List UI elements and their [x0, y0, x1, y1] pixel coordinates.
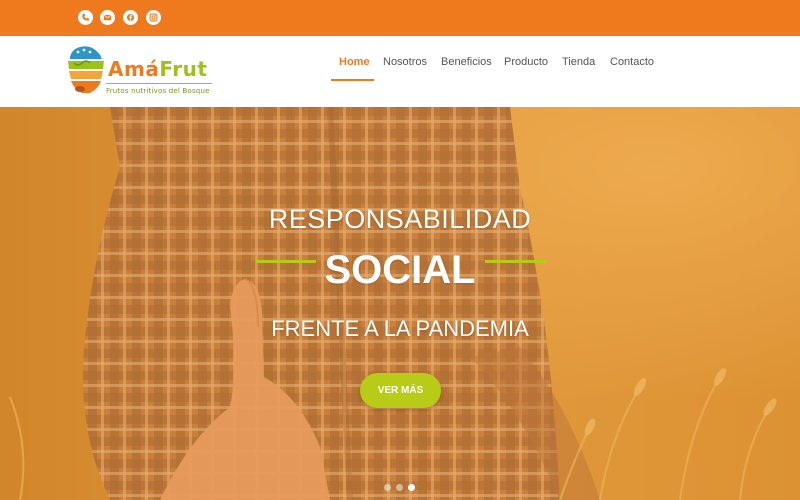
logo-wordmark: AmáFrut — [108, 57, 208, 81]
slider-dot-2[interactable] — [396, 484, 403, 491]
nav-tienda[interactable]: Tienda — [562, 56, 595, 68]
hero-overlay — [0, 107, 800, 500]
email-icon[interactable] — [100, 10, 115, 25]
hero-title-line2: SOCIAL — [324, 248, 476, 292]
logo-tagline: Frutos nutritivos del Bosque — [106, 87, 210, 95]
hero-divider-right — [485, 260, 546, 263]
nav-active-underline — [331, 79, 374, 81]
top-bar — [0, 0, 800, 36]
phone-icon[interactable] — [78, 10, 93, 25]
nav-contacto[interactable]: Contacto — [610, 56, 654, 68]
logo-mark-icon — [68, 46, 104, 93]
slider-dot-3[interactable] — [408, 484, 415, 491]
instagram-icon[interactable] — [146, 10, 161, 25]
ver-mas-button[interactable]: VER MÁS — [360, 373, 441, 408]
hero-title-line1: RESPONSABILIDAD — [268, 204, 532, 234]
nav-beneficios[interactable]: Beneficios — [441, 56, 492, 68]
nav-nosotros[interactable]: Nosotros — [383, 56, 427, 68]
nav-home[interactable]: Home — [339, 56, 370, 68]
logo[interactable]: AmáFrut Frutos nutritivos del Bosque — [64, 43, 214, 101]
nav-producto[interactable]: Producto — [504, 56, 548, 68]
facebook-icon[interactable] — [123, 10, 138, 25]
hero-subtitle: FRENTE A LA PANDEMIA — [271, 316, 529, 341]
hero-slider — [0, 107, 800, 500]
slider-dot-1[interactable] — [384, 484, 391, 491]
